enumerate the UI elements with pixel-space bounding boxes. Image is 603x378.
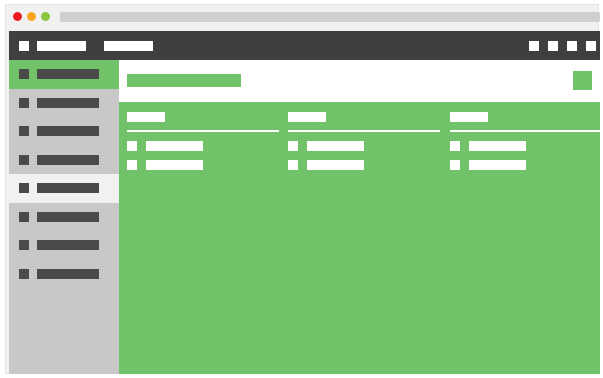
list-item-icon[interactable]: [127, 160, 137, 170]
sidebar-item-icon: [19, 240, 29, 250]
sidebar-item-label: [37, 268, 99, 279]
app-topbar: [9, 31, 600, 60]
action-icon-3[interactable]: [567, 41, 577, 51]
column-2: [288, 102, 440, 222]
list-item-icon[interactable]: [288, 141, 298, 151]
column-1: [127, 102, 279, 222]
sidebar-item-label: [37, 154, 99, 165]
sidebar-item-icon: [19, 97, 29, 108]
column-3: [450, 102, 602, 222]
window-chrome: [6, 5, 600, 29]
sidebar-item-7[interactable]: [9, 231, 119, 260]
list-item[interactable]: [146, 160, 203, 170]
list-item[interactable]: [146, 141, 203, 151]
column-divider: [288, 130, 440, 132]
sidebar: [9, 60, 119, 374]
column-divider: [127, 130, 279, 132]
sidebar-item-label: [37, 97, 99, 108]
address-bar[interactable]: [60, 12, 600, 22]
list-item-icon[interactable]: [450, 141, 460, 151]
column-divider: [450, 130, 602, 132]
list-item[interactable]: [307, 160, 364, 170]
browser-window: [5, 4, 602, 374]
sidebar-item-label: [37, 69, 99, 79]
column-heading: [127, 112, 165, 122]
action-icon-4[interactable]: [586, 41, 596, 51]
minimize-dot[interactable]: [27, 12, 36, 21]
sidebar-item-4[interactable]: [9, 146, 119, 175]
sidebar-item-3[interactable]: [9, 117, 119, 146]
list-item-icon[interactable]: [127, 141, 137, 151]
sidebar-item-icon: [19, 211, 29, 222]
app-logo-icon[interactable]: [19, 41, 29, 51]
close-dot[interactable]: [13, 12, 22, 21]
header-action-button[interactable]: [573, 71, 592, 90]
action-icon-2[interactable]: [548, 41, 558, 51]
list-item[interactable]: [469, 160, 526, 170]
sidebar-item-6[interactable]: [9, 203, 119, 232]
nav-item-1[interactable]: [37, 41, 86, 51]
sidebar-item-label: [37, 183, 99, 193]
sidebar-item-label: [37, 211, 99, 222]
list-item-icon[interactable]: [450, 160, 460, 170]
sidebar-item-label: [37, 240, 99, 250]
main-content: [119, 60, 602, 374]
sidebar-item-label: [37, 126, 99, 136]
sidebar-item-1[interactable]: [9, 60, 119, 89]
list-item-icon[interactable]: [288, 160, 298, 170]
page-title: [127, 74, 241, 87]
sidebar-item-5[interactable]: [9, 174, 119, 203]
sidebar-item-2[interactable]: [9, 89, 119, 118]
sidebar-item-8[interactable]: [9, 260, 119, 289]
column-heading: [450, 112, 488, 122]
nav-item-2[interactable]: [104, 41, 153, 51]
list-item[interactable]: [307, 141, 364, 151]
sidebar-item-icon: [19, 69, 29, 79]
list-item[interactable]: [469, 141, 526, 151]
column-heading: [288, 112, 326, 122]
content-header: [119, 60, 600, 102]
sidebar-item-icon: [19, 183, 29, 193]
sidebar-item-icon: [19, 268, 29, 279]
action-icon-1[interactable]: [529, 41, 539, 51]
maximize-dot[interactable]: [41, 12, 50, 21]
sidebar-item-icon: [19, 154, 29, 165]
sidebar-item-icon: [19, 126, 29, 136]
